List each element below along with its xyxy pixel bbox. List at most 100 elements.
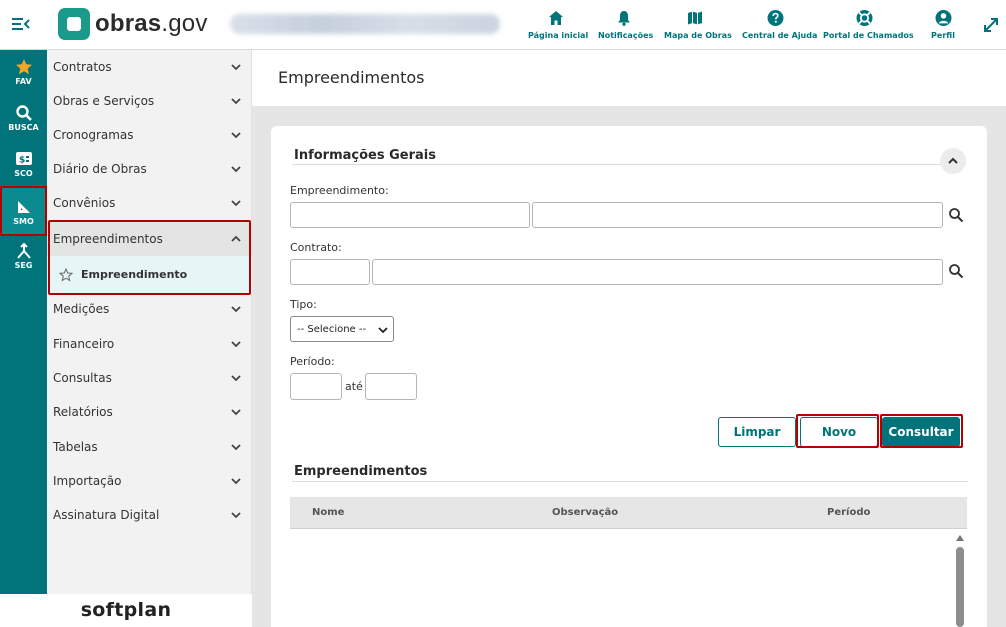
chevron-down-icon xyxy=(231,375,241,382)
rail-seg-label: SEG xyxy=(14,261,33,270)
nav-home-label: Página inicial xyxy=(528,31,589,40)
nav-notifications[interactable]: Notificações xyxy=(598,8,654,44)
rail-busca[interactable]: BUSCA xyxy=(0,98,47,142)
menu-toggle-icon[interactable] xyxy=(12,16,30,32)
sidebar-item-label: Contratos xyxy=(53,60,112,74)
chevron-down-icon xyxy=(231,512,241,519)
nav-notifications-label: Notificações xyxy=(598,31,654,40)
sidebar-item-importacao[interactable]: Importação xyxy=(47,464,252,498)
nav-map[interactable]: Mapa de Obras xyxy=(664,8,732,44)
sidebar-item-cronogramas[interactable]: Cronogramas xyxy=(47,118,252,152)
column-header-periodo[interactable]: Período xyxy=(827,507,870,518)
nav-profile[interactable]: Perfil xyxy=(926,8,960,44)
periodo-from-input[interactable] xyxy=(290,373,342,400)
scroll-up-arrow[interactable] xyxy=(956,535,964,541)
sidebar-subitem-label: Empreendimento xyxy=(81,268,188,281)
sidebar: Contratos Obras e Serviços Cronogramas D… xyxy=(47,50,252,594)
merge-icon xyxy=(16,242,31,259)
chevron-down-icon xyxy=(231,341,241,348)
search-icon[interactable] xyxy=(948,263,964,279)
nav-tickets[interactable]: Portal de Chamados xyxy=(823,8,914,44)
info-section-title: Informações Gerais xyxy=(294,148,436,163)
limpar-button[interactable]: Limpar xyxy=(718,417,796,447)
search-icon xyxy=(15,105,32,121)
results-section-title: Empreendimentos xyxy=(294,464,428,479)
results-table-header: Nome Observação Período xyxy=(290,497,967,529)
sidebar-item-label: Assinatura Digital xyxy=(53,508,160,522)
star-outline-icon[interactable] xyxy=(59,267,73,282)
rail-seg[interactable]: SEG xyxy=(0,236,47,280)
tipo-select[interactable]: -- Selecione -- xyxy=(290,316,394,342)
sco-icon: $ xyxy=(15,152,32,166)
top-header: obras.gov Página inicial Notificações Ma… xyxy=(0,0,1006,50)
novo-button[interactable]: Novo xyxy=(800,417,878,447)
chevron-down-icon xyxy=(231,64,241,71)
tipo-selected-value: -- Selecione -- xyxy=(297,323,367,335)
collapse-button[interactable] xyxy=(940,148,966,174)
rail-smo[interactable]: SMO xyxy=(0,186,47,236)
sidebar-item-label: Diário de Obras xyxy=(53,162,147,176)
sidebar-item-contratos[interactable]: Contratos xyxy=(47,50,252,84)
periodo-label: Período: xyxy=(290,355,335,368)
sidebar-item-tabelas[interactable]: Tabelas xyxy=(47,430,252,464)
chevron-down-icon xyxy=(231,409,241,416)
rail-fav[interactable]: FAV xyxy=(0,52,47,96)
brand-logo[interactable]: obras.gov xyxy=(58,6,208,42)
sidebar-item-label: Convênios xyxy=(53,196,116,210)
obras-logo-icon xyxy=(58,8,90,40)
sidebar-item-relatorios[interactable]: Relatórios xyxy=(47,395,252,429)
chevron-down-icon xyxy=(231,200,241,207)
sidebar-item-consultas[interactable]: Consultas xyxy=(47,361,252,395)
softplan-logo: softplan xyxy=(0,594,252,627)
tipo-label: Tipo: xyxy=(290,298,317,311)
contrato-code-input[interactable] xyxy=(290,259,370,285)
sidebar-item-medicoes[interactable]: Medições xyxy=(47,292,252,326)
fullscreen-icon[interactable] xyxy=(982,16,1000,34)
contrato-label: Contrato: xyxy=(290,241,342,254)
chevron-down-icon xyxy=(231,98,241,105)
contrato-name-input[interactable] xyxy=(372,259,943,285)
nav-help[interactable]: Central de Ajuda xyxy=(742,8,817,44)
empreendimento-code-input[interactable] xyxy=(290,202,530,228)
nav-home[interactable]: Página inicial xyxy=(528,8,589,44)
sidebar-item-obras-servicos[interactable]: Obras e Serviços xyxy=(47,84,252,118)
chevron-up-icon xyxy=(231,235,241,242)
nav-map-label: Mapa de Obras xyxy=(664,31,732,40)
lifebuoy-icon xyxy=(856,10,872,26)
star-icon xyxy=(15,59,32,75)
sidebar-item-financeiro[interactable]: Financeiro xyxy=(47,327,252,361)
svg-text:$: $ xyxy=(19,156,25,166)
scrollbar-thumb[interactable] xyxy=(956,547,964,627)
map-icon xyxy=(688,11,702,25)
page-title-bar: Empreendimentos xyxy=(252,50,1006,106)
periodo-ate-label: até xyxy=(345,380,363,393)
chevron-down-icon xyxy=(231,444,241,451)
main-content: Empreendimentos Informações Gerais Empre… xyxy=(252,50,1006,627)
bell-icon xyxy=(618,11,630,26)
consultar-button[interactable]: Consultar xyxy=(882,417,960,447)
rail-smo-label: SMO xyxy=(13,217,34,226)
periodo-to-input[interactable] xyxy=(365,373,417,400)
search-icon[interactable] xyxy=(948,207,964,223)
page-title: Empreendimentos xyxy=(278,68,425,87)
divider xyxy=(292,164,966,165)
chevron-down-icon xyxy=(231,166,241,173)
rail-sco[interactable]: $ SCO xyxy=(0,144,47,188)
chevron-up-icon xyxy=(948,157,958,164)
sidebar-item-convenios[interactable]: Convênios xyxy=(47,186,252,220)
sidebar-item-diario-obras[interactable]: Diário de Obras xyxy=(47,152,252,186)
empreendimento-name-input[interactable] xyxy=(532,202,943,228)
sidebar-item-label: Relatórios xyxy=(53,405,113,419)
nav-profile-label: Perfil xyxy=(931,31,955,40)
column-header-observacao[interactable]: Observação xyxy=(552,507,618,518)
column-header-nome[interactable]: Nome xyxy=(312,507,344,518)
chevron-down-icon xyxy=(231,132,241,139)
empreendimento-label: Empreendimento: xyxy=(290,184,389,197)
environment-label xyxy=(230,14,500,34)
sidebar-subitem-empreendimento[interactable]: Empreendimento xyxy=(47,256,252,293)
sidebar-item-assinatura-digital[interactable]: Assinatura Digital xyxy=(47,498,252,532)
sidebar-item-label: Tabelas xyxy=(53,440,98,454)
help-icon xyxy=(767,10,783,26)
sidebar-item-empreendimentos[interactable]: Empreendimentos xyxy=(47,222,252,256)
home-icon xyxy=(549,11,563,25)
